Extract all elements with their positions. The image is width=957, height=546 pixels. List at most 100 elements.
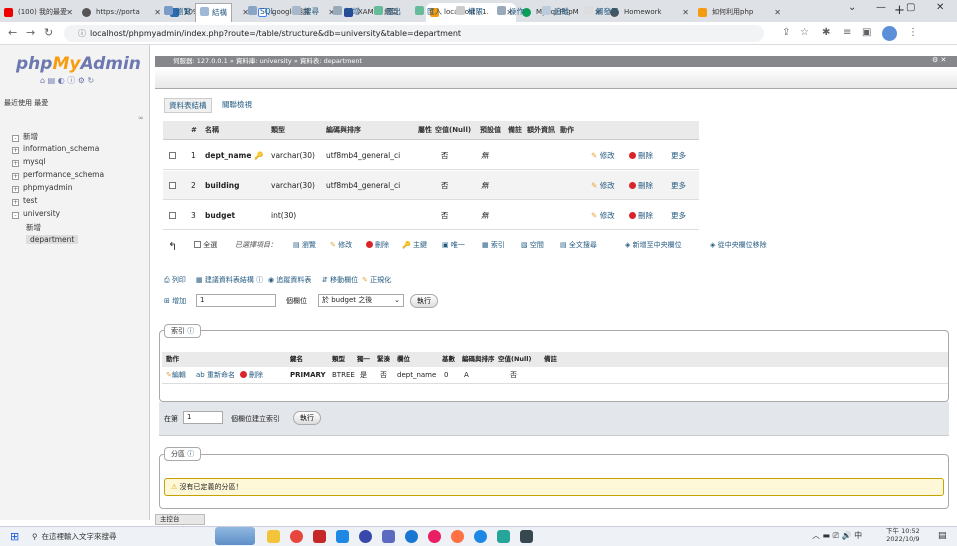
system-tray-icons[interactable]: ︿ ▬ ⎚ 🔊 中 <box>812 530 862 541</box>
reload-icon[interactable]: ↻ <box>44 26 53 39</box>
tree-db-information-schema[interactable]: + information_schema <box>12 144 99 154</box>
help-icon[interactable]: ⓘ <box>187 327 194 335</box>
console-toggle[interactable]: 主控台 <box>155 514 205 525</box>
tree-db-mysql[interactable]: + mysql <box>12 157 46 167</box>
change-link[interactable]: ✎ 修改 <box>591 201 615 230</box>
bulk-index[interactable]: ▦ 索引 <box>482 240 505 250</box>
move-columns-link[interactable]: ⇵ 移動欄位 <box>322 275 358 285</box>
tab-search[interactable]: 搜尋 <box>292 5 319 18</box>
col-header-comments[interactable]: 備註 <box>508 121 522 140</box>
drop-link[interactable]: 刪除 <box>629 201 653 230</box>
browser-tab[interactable]: 如何利用php ✕ <box>694 3 784 22</box>
col-header-name[interactable]: 名稱 <box>205 121 219 140</box>
subtab-table-structure[interactable]: 資料表結構 <box>164 98 212 113</box>
bulk-spatial[interactable]: ▧ 空間 <box>521 240 544 250</box>
tree-db-test[interactable]: + test <box>12 196 37 206</box>
help-icon[interactable]: ⓘ <box>256 276 263 284</box>
tab-tracking[interactable]: 追蹤 <box>542 5 569 18</box>
help-icon[interactable]: ⓘ <box>187 450 194 458</box>
close-tab-icon[interactable]: ✕ <box>682 3 689 22</box>
col-header-extra[interactable]: 額外資訊 <box>527 121 555 140</box>
tab-operations[interactable]: 操作 <box>497 5 524 18</box>
track-table-link[interactable]: ◉ 追蹤資料表 <box>268 275 311 285</box>
clock[interactable]: 下午 10:52 2022/10/9 <box>886 527 920 543</box>
col-header-type[interactable]: 類型 <box>271 121 285 140</box>
favorites-tab[interactable]: 最愛 <box>34 99 48 107</box>
reading-list-icon[interactable]: ≡ <box>843 27 851 38</box>
check-all[interactable]: 全選 <box>194 240 217 250</box>
drop-link[interactable]: 刪除 <box>629 141 653 170</box>
tab-privileges[interactable]: 權限 <box>456 5 483 18</box>
bulk-primary[interactable]: 🔑 主鍵 <box>402 240 427 250</box>
row-checkbox[interactable] <box>169 201 176 230</box>
app-icon[interactable] <box>428 530 441 543</box>
bulk-drop[interactable]: 刪除 <box>366 240 389 250</box>
close-window-button[interactable]: ✕ <box>936 2 944 13</box>
windows-start-icon[interactable]: ⊞ <box>10 530 19 543</box>
tab-export[interactable]: 匯出 <box>374 5 401 18</box>
create-index-go-button[interactable]: 執行 <box>293 411 321 425</box>
bulk-browse[interactable]: ▤ 瀏覽 <box>293 240 316 250</box>
more-link[interactable]: 更多 <box>671 171 686 200</box>
browser-tab[interactable]: (100) 我的最愛 ✕ <box>0 3 76 22</box>
index-edit-link[interactable]: ✎編輯 <box>166 367 186 384</box>
taskbar-search-box[interactable]: ⚲ 在這裡輸入文字來搜尋 <box>32 529 208 544</box>
app-icon[interactable] <box>497 530 510 543</box>
more-link[interactable]: 更多 <box>671 201 686 230</box>
index-drop-link[interactable]: 刪除 <box>240 367 263 384</box>
firefox-icon[interactable] <box>451 530 464 543</box>
close-tab-icon[interactable]: ✕ <box>774 3 781 22</box>
add-column-go-button[interactable]: 執行 <box>410 294 438 308</box>
vscode-icon[interactable] <box>336 530 349 543</box>
col-header-default[interactable]: 預設值 <box>480 121 501 140</box>
bulk-fulltext[interactable]: ▤ 全文搜尋 <box>560 240 597 250</box>
new-tab-button[interactable]: + <box>894 3 905 18</box>
index-rename-link[interactable]: ab 重新命名 <box>196 367 235 384</box>
normalize-link[interactable]: ✎ 正規化 <box>362 275 391 285</box>
field-name[interactable]: budget <box>205 201 235 230</box>
minimize-button[interactable]: — <box>876 2 886 13</box>
forward-icon[interactable]: → <box>26 26 35 39</box>
browser-tab[interactable]: https://porta ✕ <box>78 3 164 22</box>
field-name[interactable]: building <box>205 171 240 200</box>
nav-icons[interactable]: ⌂ ▤ ◐ ⓘ ⚙ ↻ <box>40 75 94 86</box>
col-header-null[interactable]: 空值(Null) <box>435 121 471 140</box>
tab-search-icon[interactable]: ⌄ <box>848 2 856 13</box>
drop-link[interactable]: 刪除 <box>629 171 653 200</box>
file-explorer-icon[interactable] <box>267 530 280 543</box>
close-tab-icon[interactable]: ✕ <box>154 3 161 22</box>
col-header-attributes[interactable]: 屬性 <box>418 121 432 140</box>
app-icon[interactable] <box>405 530 418 543</box>
create-index-count-input[interactable]: 1 <box>183 411 223 424</box>
tab-triggers[interactable]: 觸發器 <box>584 5 619 18</box>
side-panel-icon[interactable]: ▣ <box>862 27 871 38</box>
bulk-unique[interactable]: ▣ 唯一 <box>442 240 465 250</box>
tab-sql[interactable]: SQL <box>248 5 275 18</box>
app-icon[interactable] <box>313 530 326 543</box>
tree-db-phpmyadmin[interactable]: + phpmyadmin <box>12 183 73 193</box>
tree-table-department[interactable]: department <box>26 235 79 244</box>
more-link[interactable]: 更多 <box>671 141 686 170</box>
extensions-icon[interactable]: ✱ <box>822 27 830 38</box>
tree-new[interactable]: - 新增 <box>12 131 38 142</box>
tab-structure[interactable]: 結構 <box>195 3 232 22</box>
profile-avatar[interactable] <box>882 26 897 41</box>
change-link[interactable]: ✎ 修改 <box>591 141 615 170</box>
app-icon[interactable] <box>474 530 487 543</box>
link-icon[interactable]: ∞ <box>138 114 144 122</box>
share-icon[interactable]: ⇪ <box>782 27 790 38</box>
tab-insert[interactable]: 新增 <box>333 5 360 18</box>
chrome-icon[interactable] <box>290 530 303 543</box>
propose-structure-link[interactable]: ▦ 建議資料表結構 ⓘ <box>196 275 263 285</box>
tab-browse[interactable]: 瀏覽 <box>164 5 191 18</box>
add-column-count-input[interactable]: 1 <box>196 294 276 307</box>
menu-icon[interactable]: ⋮ <box>908 27 918 38</box>
field-name[interactable]: dept_name 🔑 <box>205 141 263 170</box>
tab-import[interactable]: 匯入 <box>415 5 442 18</box>
back-icon[interactable]: ← <box>8 26 17 39</box>
teams-icon[interactable] <box>382 530 395 543</box>
print-link[interactable]: ⎙ 列印 <box>164 275 186 285</box>
row-checkbox[interactable] <box>169 141 176 170</box>
maximize-button[interactable]: ▢ <box>906 2 915 13</box>
row-checkbox[interactable] <box>169 171 176 200</box>
